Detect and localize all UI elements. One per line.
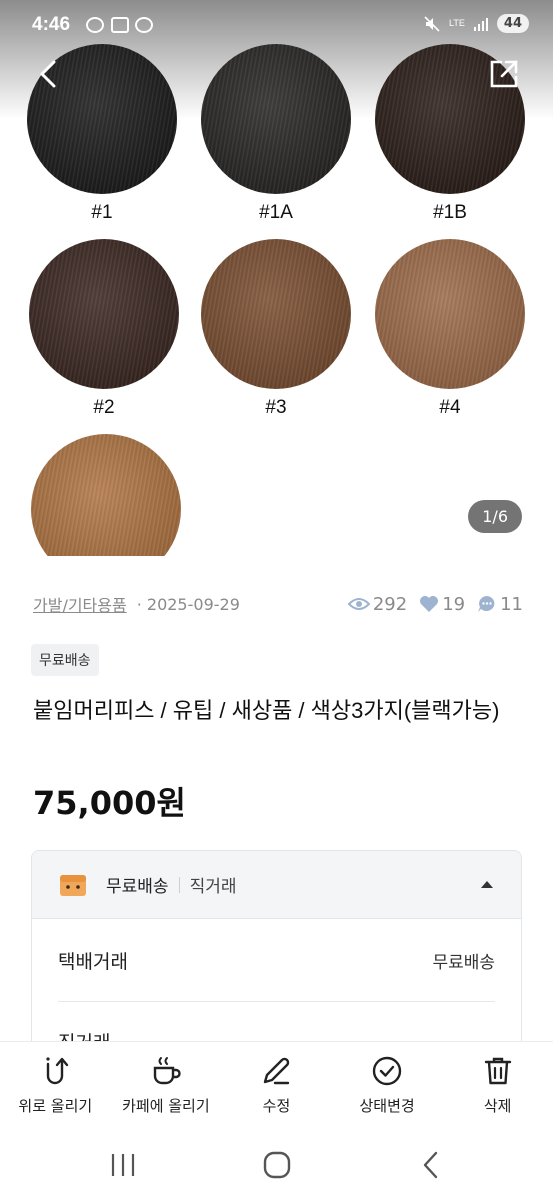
recent-apps-icon	[111, 1154, 135, 1176]
hair-swatch	[29, 239, 179, 389]
view-count-value: 292	[372, 593, 408, 615]
action-label: 삭제	[483, 1097, 512, 1115]
calendar-notification-icon	[111, 17, 129, 33]
like-count-value: 19	[442, 593, 466, 615]
shipping-row-value: 무료배송	[432, 952, 495, 973]
hair-swatch	[201, 239, 351, 389]
status-indicators: LTE 44	[423, 14, 529, 33]
bump-up-button[interactable]: 위로 올리기	[0, 1042, 111, 1131]
meta-row: 가발/기타용품 · 2025-09-29 292 19 11	[33, 592, 523, 616]
like-count: 19	[419, 594, 465, 615]
divider	[178, 876, 180, 893]
category-link[interactable]: 가발/기타용품	[33, 592, 127, 616]
talk-notification-icon	[135, 17, 153, 33]
image-gallery[interactable]: #1 #1A #1B #2 #3 #3 #4 1/6	[0, 0, 553, 556]
swatch-label: #3	[265, 397, 287, 418]
action-label: 수정	[262, 1097, 291, 1115]
box-icon	[60, 874, 86, 896]
eye-icon	[347, 598, 370, 610]
lte-icon: LTE	[449, 18, 465, 28]
meta-stats: 292 19 11	[347, 593, 523, 615]
battery-level: 44	[496, 14, 529, 33]
trash-icon	[484, 1057, 511, 1085]
swatch-label: #1	[91, 202, 113, 223]
bump-up-icon	[46, 1057, 69, 1085]
recent-apps-button[interactable]	[103, 1149, 143, 1181]
back-button[interactable]	[32, 56, 68, 92]
change-status-button[interactable]: 상태변경	[332, 1042, 443, 1131]
edit-button[interactable]: 수정	[221, 1042, 332, 1131]
image-counter: 1/6	[468, 500, 522, 533]
post-date-value: 2025-09-29	[146, 594, 240, 614]
heart-icon	[420, 596, 439, 612]
home-button[interactable]	[257, 1149, 297, 1181]
bottom-action-bar: 위로 올리기 카페에 올리기 수정 상태변경 삭제	[0, 1041, 553, 1131]
signal-icon	[473, 17, 488, 31]
shipping-header[interactable]: 무료배송 직거래	[32, 851, 521, 919]
swatch-label: #1B	[433, 202, 467, 223]
shipping-header-main: 무료배송	[106, 877, 169, 897]
hair-swatch	[375, 239, 525, 389]
shipping-row-label: 택배거래	[58, 950, 128, 973]
check-circle-icon	[372, 1056, 402, 1086]
chat-count: 11	[477, 594, 523, 615]
hair-swatch	[201, 44, 351, 194]
delete-button[interactable]: 삭제	[442, 1042, 553, 1131]
shipping-header-sub: 직거래	[189, 877, 237, 897]
chat-count-value: 11	[500, 593, 523, 615]
swatch-4: #3 #4	[363, 239, 537, 419]
shipping-row-delivery: 택배거래 무료배송	[32, 919, 521, 1001]
chevron-left-icon	[40, 60, 56, 88]
swatch-label: #1A	[259, 202, 293, 223]
home-icon	[263, 1151, 291, 1179]
hair-swatch	[31, 434, 181, 556]
swatch-5	[19, 434, 193, 556]
post-to-cafe-button[interactable]: 카페에 올리기	[111, 1042, 222, 1131]
caret-up-icon	[481, 881, 493, 888]
shipping-panel: 무료배송 직거래 택배거래 무료배송 직거래	[31, 850, 522, 1050]
back-nav-button[interactable]	[412, 1149, 452, 1181]
share-icon	[490, 60, 518, 88]
swatch-3: #3	[189, 239, 363, 419]
action-label: 카페에 올리기	[122, 1097, 210, 1115]
pencil-icon	[264, 1057, 290, 1085]
product-title: 붙임머리피스 / 유팁 / 새상품 / 색상3가지(블랙가능)	[33, 698, 500, 723]
post-date: · 2025-09-29	[136, 594, 240, 614]
action-label: 위로 올리기	[18, 1097, 93, 1115]
talk-notification-icon	[86, 17, 104, 33]
product-price: 75,000원	[33, 784, 186, 822]
swatch-2: #2	[17, 239, 191, 419]
coffee-cup-icon	[153, 1057, 181, 1085]
swatch-1a: #1A	[189, 44, 363, 224]
mute-icon	[424, 15, 440, 32]
system-nav-bar	[0, 1131, 553, 1200]
free-shipping-badge: 무료배송	[31, 644, 99, 676]
status-bar: 4:46 LTE 44	[0, 0, 553, 52]
chat-bubble-icon	[478, 596, 495, 612]
view-count: 292	[347, 593, 408, 615]
chevron-left-icon	[423, 1151, 438, 1179]
swatch-label: #2	[93, 397, 115, 418]
swatch-label: #4	[439, 397, 461, 418]
action-label: 상태변경	[359, 1097, 415, 1115]
status-time: 4:46	[32, 14, 71, 35]
svg-text:LTE: LTE	[449, 18, 465, 28]
share-button[interactable]	[486, 56, 522, 92]
